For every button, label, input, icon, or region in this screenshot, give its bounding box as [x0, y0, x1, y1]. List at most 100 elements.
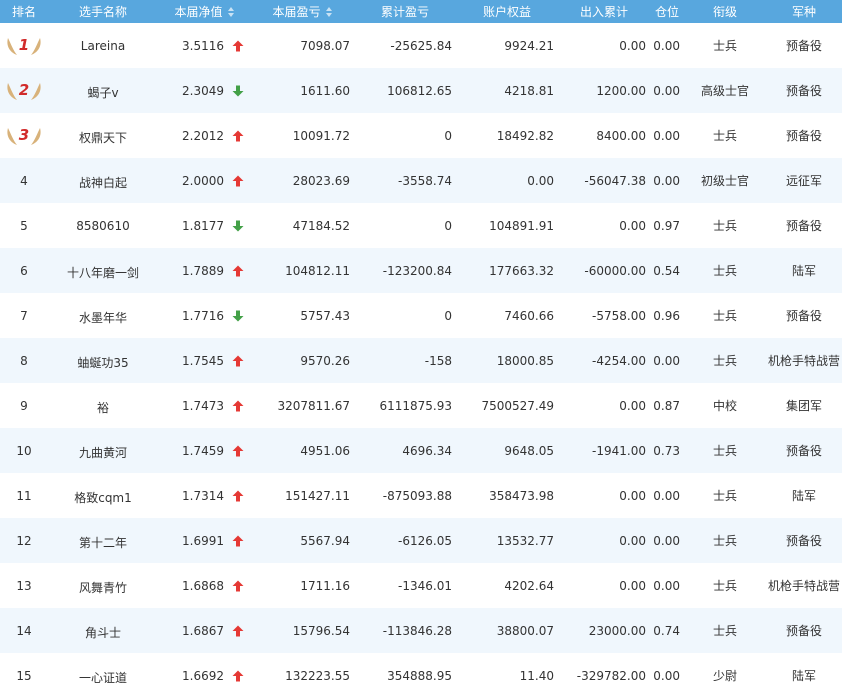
header-nav[interactable]: 本届净值 [158, 0, 250, 23]
table-row[interactable]: 12 第十二年 1.6991 5567.94 -6126.05 13532.77 0.00 0… [0, 518, 842, 563]
table-row[interactable]: 8 蚰蜒功35 1.7545 9570.26 -158 18000.85 -4254.00 0… [0, 338, 842, 383]
table-row[interactable]: 5 8580610 1.8177 47184.52 0 104891.91 0.00 0.97… [0, 203, 842, 248]
player-name[interactable]: Lareina [81, 39, 125, 53]
player-name[interactable]: 角斗士 [85, 626, 121, 640]
rank-number: 1 [18, 35, 30, 54]
nav-value: 1.8177 [182, 218, 224, 233]
pl-cell: 47184.52 [250, 203, 354, 248]
army-branch: 远征军 [785, 174, 822, 188]
player-name[interactable]: 蝎子v [87, 86, 118, 100]
cash-flow-value: -56047.38 [584, 173, 646, 188]
player-name-cell[interactable]: 第十二年 [48, 518, 158, 563]
header-pl[interactable]: 本届盈亏 [250, 0, 354, 23]
rank-number: 2 [18, 80, 30, 99]
player-name-cell[interactable]: 格致cqm1 [48, 473, 158, 518]
cumulative-pl-cell: -123200.84 [354, 248, 456, 293]
table-row[interactable]: 7 水墨年华 1.7716 5757.43 0 7460.66 -5758.00 0.96 士兵… [0, 293, 842, 338]
equity-value: 4202.64 [504, 578, 554, 593]
player-name-cell[interactable]: 水墨年华 [48, 293, 158, 338]
rank-title-cell: 士兵 [684, 338, 766, 383]
player-name-cell[interactable]: 战神白起 [48, 158, 158, 203]
rank-number: 14 [16, 623, 32, 638]
nav-cell: 1.6692 [158, 653, 250, 698]
cash-flow-cell: 23000.00 [558, 608, 650, 653]
player-name-cell[interactable]: 裕 [48, 383, 158, 428]
table-row[interactable]: 1 Lareina 3.5116 7098.07 -25625.84 9924.21 0.0… [0, 23, 842, 68]
player-name[interactable]: 水墨年华 [79, 311, 127, 325]
player-name-cell[interactable]: 权鼎天下 [48, 113, 158, 158]
cumulative-pl-value: -875093.88 [382, 488, 452, 503]
player-name-cell[interactable]: Lareina [48, 23, 158, 68]
equity-cell: 4218.81 [456, 68, 558, 113]
table-row[interactable]: 10 九曲黄河 1.7459 4951.06 4696.34 9648.05 -1941.0… [0, 428, 842, 473]
pl-value: 15796.54 [292, 623, 350, 638]
rank-number: 5 [20, 218, 28, 233]
position-cell: 0.00 [650, 563, 684, 608]
sort-icon[interactable] [227, 7, 234, 17]
table-row[interactable]: 3 权鼎天下 2.2012 10091.72 0 18492.82 8400.00 0.00 士… [0, 113, 842, 158]
player-name-cell[interactable]: 蚰蜒功35 [48, 338, 158, 383]
position-value: 0.54 [653, 263, 680, 278]
player-name[interactable]: 战神白起 [79, 176, 127, 190]
cash-flow-cell: 8400.00 [558, 113, 650, 158]
position-cell: 0.00 [650, 113, 684, 158]
nav-value: 1.6868 [182, 578, 224, 593]
pl-value: 10091.72 [292, 128, 350, 143]
equity-cell: 18492.82 [456, 113, 558, 158]
equity-value: 18492.82 [496, 128, 554, 143]
leaderboard-table: 排名 选手名称 本届净值 本届盈亏 累计盈亏 账户权益 出入累计 仓位 衔级 军… [0, 0, 842, 698]
army-cell: 机枪手特战营 [766, 338, 842, 383]
player-name-cell[interactable]: 十八年磨一剑 [48, 248, 158, 293]
player-name[interactable]: 九曲黄河 [79, 446, 127, 460]
arrow-down-icon [232, 220, 244, 231]
player-name[interactable]: 权鼎天下 [79, 131, 127, 145]
player-name[interactable]: 格致cqm1 [74, 491, 132, 505]
cumulative-pl-cell: 106812.65 [354, 68, 456, 113]
table-row[interactable]: 9 裕 1.7473 3207811.67 6111875.93 7500527.49 0.… [0, 383, 842, 428]
player-name[interactable]: 第十二年 [79, 536, 127, 550]
cumulative-pl-value: -25625.84 [390, 38, 452, 53]
cash-flow-cell: -56047.38 [558, 158, 650, 203]
cash-flow-value: 8400.00 [596, 128, 646, 143]
arrow-up-icon [232, 265, 244, 276]
player-name-cell[interactable]: 蝎子v [48, 68, 158, 113]
player-name[interactable]: 十八年磨一剑 [67, 266, 139, 280]
table-row[interactable]: 6 十八年磨一剑 1.7889 104812.11 -123200.84 177663.3… [0, 248, 842, 293]
cumulative-pl-value: 0 [444, 218, 452, 233]
cash-flow-value: 0.00 [619, 38, 646, 53]
player-name[interactable]: 一心证道 [79, 671, 127, 685]
pl-cell: 104812.11 [250, 248, 354, 293]
army-branch: 预备役 [785, 309, 822, 323]
nav-cell: 1.7314 [158, 473, 250, 518]
position-cell: 0.00 [650, 68, 684, 113]
sort-icon[interactable] [325, 7, 332, 17]
arrow-up-icon [232, 670, 244, 681]
player-name-cell[interactable]: 九曲黄河 [48, 428, 158, 473]
player-name-cell[interactable]: 风舞青竹 [48, 563, 158, 608]
position-value: 0.00 [653, 353, 680, 368]
arrow-up-icon [232, 355, 244, 366]
position-value: 0.00 [653, 173, 680, 188]
table-row[interactable]: 15 一心证道 1.6692 132223.55 354888.95 11.40 -3297… [0, 653, 842, 698]
table-row[interactable]: 4 战神白起 2.0000 28023.69 -3558.74 0.00 -56047.38… [0, 158, 842, 203]
nav-cell: 1.6867 [158, 608, 250, 653]
player-name-cell[interactable]: 8580610 [48, 203, 158, 248]
nav-value: 1.7889 [182, 263, 224, 278]
table-row[interactable]: 14 角斗士 1.6867 15796.54 -113846.28 38800.07 230… [0, 608, 842, 653]
player-name-cell[interactable]: 一心证道 [48, 653, 158, 698]
player-name[interactable]: 裕 [97, 401, 109, 415]
rank-title: 初级士官 [700, 174, 749, 188]
table-row[interactable]: 11 格致cqm1 1.7314 151427.11 -875093.88 358473.… [0, 473, 842, 518]
header-cash-flow: 出入累计 [579, 5, 628, 19]
player-name[interactable]: 风舞青竹 [79, 581, 127, 595]
player-name[interactable]: 8580610 [76, 219, 129, 233]
arrow-up-icon [232, 175, 244, 186]
table-row[interactable]: 13 风舞青竹 1.6868 1711.16 -1346.01 4202.64 0.00 0.… [0, 563, 842, 608]
player-name[interactable]: 蚰蜒功35 [77, 356, 128, 370]
equity-cell: 7460.66 [456, 293, 558, 338]
table-row[interactable]: 2 蝎子v 2.3049 1611.60 106812.65 4218.81 1200.00… [0, 68, 842, 113]
cash-flow-cell: -4254.00 [558, 338, 650, 383]
equity-value: 104891.91 [489, 218, 554, 233]
player-name-cell[interactable]: 角斗士 [48, 608, 158, 653]
cumulative-pl-cell: 6111875.93 [354, 383, 456, 428]
